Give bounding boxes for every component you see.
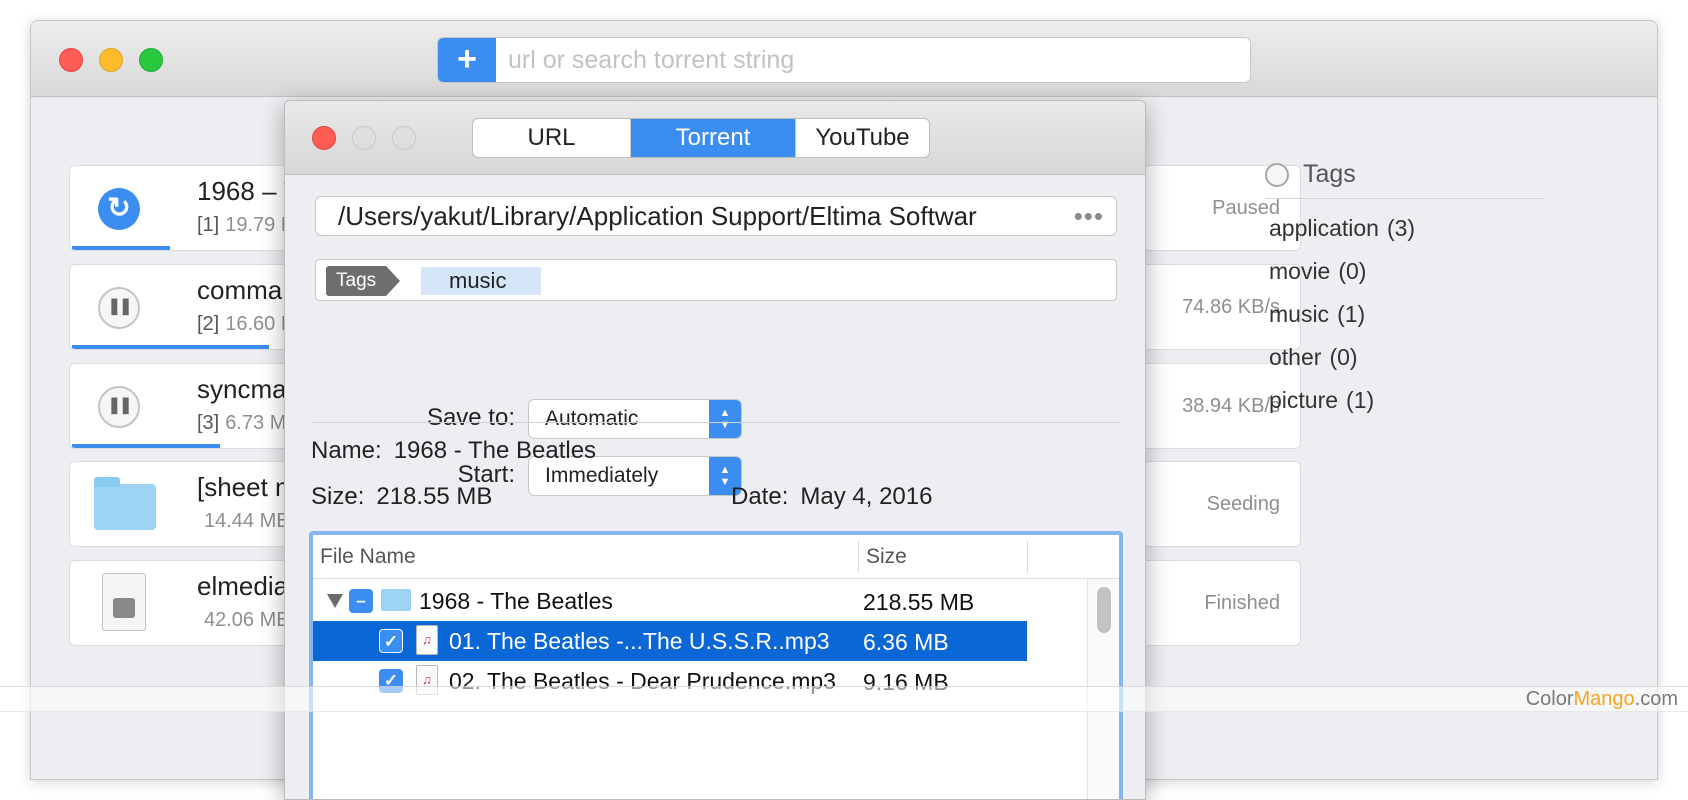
save-to-label: Save to:	[426, 404, 515, 431]
download-status: Finished	[1204, 592, 1280, 614]
dialog-titlebar: URL Torrent YouTube	[285, 101, 1145, 175]
more-icon[interactable]: •••	[1074, 197, 1104, 235]
col-file-name[interactable]: File Name	[320, 545, 416, 569]
save-to-value: Automatic	[545, 407, 639, 430]
tags-panel: Tags application (3) movie (0) music (1) ot…	[1265, 155, 1545, 422]
file-size: 6.36 MB	[863, 629, 949, 655]
dialog-zoom-button	[392, 126, 416, 150]
table-row[interactable]: ✓ ♫ 01. The Beatles -...The U.S.S.R..mp3…	[313, 621, 1027, 661]
folder-icon	[381, 589, 411, 611]
tag-chip[interactable]: music	[421, 267, 541, 295]
file-name: 1968 - The Beatles	[419, 588, 613, 614]
search-input[interactable]	[508, 38, 1238, 82]
file-name: 01. The Beatles -...The U.S.S.R..mp3	[449, 628, 830, 654]
disclosure-triangle-icon[interactable]	[327, 594, 343, 608]
checkbox-mixed[interactable]: –	[349, 589, 373, 613]
file-table: File Name Size – 1968 - The Beatles 218.…	[309, 531, 1123, 799]
tag-label: music	[1269, 301, 1330, 327]
col-size[interactable]: Size	[866, 545, 907, 569]
download-index: [3]	[197, 412, 220, 434]
date-value: May 4, 2016	[800, 483, 933, 510]
close-window-button[interactable]	[59, 48, 83, 72]
tag-item-music[interactable]: music (1)	[1265, 293, 1545, 336]
torrent-size: Size: 218.55 MB	[311, 483, 492, 511]
chevron-updown-icon: ▲ ▼	[709, 400, 741, 438]
download-size: 14.44 MB	[204, 510, 290, 532]
pause-icon[interactable]: ❚❚	[98, 287, 140, 329]
scrollbar-thumb[interactable]	[1097, 587, 1111, 633]
size-value: 218.55 MB	[376, 483, 493, 510]
watermark-part2: Mango	[1573, 688, 1635, 710]
table-row[interactable]: – 1968 - The Beatles 218.55 MB	[313, 581, 1027, 621]
tab-url[interactable]: URL	[473, 119, 630, 157]
download-size: 42.06 MB	[204, 609, 290, 631]
tag-count: (1)	[1346, 387, 1375, 413]
download-status: Seeding	[1206, 493, 1280, 515]
main-titlebar: +	[31, 21, 1657, 97]
tag-label: application	[1269, 215, 1379, 241]
watermark-text: ColorMango.com	[1526, 688, 1678, 711]
size-label: Size:	[311, 483, 365, 510]
checkbox-checked[interactable]: ✓	[379, 629, 403, 653]
download-progress	[72, 444, 220, 448]
name-label: Name:	[311, 437, 382, 464]
plus-icon: +	[457, 40, 477, 78]
save-to-select[interactable]: Automatic ▲ ▼	[528, 399, 742, 439]
tag-item-other[interactable]: other (0)	[1265, 336, 1545, 379]
tag-label: picture	[1269, 387, 1339, 413]
tab-youtube[interactable]: YouTube	[795, 119, 929, 157]
tags-field-label: Tags	[326, 266, 401, 296]
date-label: Date:	[731, 483, 789, 510]
refresh-icon[interactable]: ↻	[98, 188, 140, 230]
table-header: File Name Size	[313, 535, 1119, 579]
torrent-date: Date: May 4, 2016	[731, 483, 932, 511]
minimize-window-button[interactable]	[99, 48, 123, 72]
tag-count: (1)	[1337, 301, 1366, 327]
column-separator	[858, 541, 859, 573]
tag-item-picture[interactable]: picture (1)	[1265, 379, 1545, 422]
source-tabs: URL Torrent YouTube	[472, 118, 930, 158]
pause-icon[interactable]: ❚❚	[98, 386, 140, 428]
watermark-strip: ColorMango.com	[0, 686, 1688, 712]
file-size: 218.55 MB	[863, 589, 975, 615]
tags-toggle-icon[interactable]	[1265, 163, 1289, 187]
watermark-part3: .com	[1634, 688, 1678, 710]
watermark-part1: Color	[1525, 688, 1574, 710]
column-separator	[1027, 541, 1028, 573]
dialog-minimize-button	[352, 126, 376, 150]
name-value: 1968 - The Beatles	[393, 437, 597, 464]
torrent-name: Name: 1968 - The Beatles	[311, 437, 596, 465]
tag-item-movie[interactable]: movie (0)	[1265, 250, 1545, 293]
tag-item-application[interactable]: application (3)	[1265, 207, 1545, 250]
tag-count: (0)	[1338, 258, 1367, 284]
add-torrent-button[interactable]: +	[438, 38, 496, 82]
folder-icon	[94, 477, 156, 530]
tag-count: (3)	[1386, 215, 1416, 241]
tag-count: (0)	[1329, 344, 1358, 370]
tags-title: Tags	[1303, 160, 1356, 188]
download-progress	[72, 246, 171, 250]
tag-label: other	[1269, 344, 1322, 370]
audio-file-icon: ♫	[416, 625, 438, 655]
torrent-path: /Users/yakut/Library/Application Support…	[338, 201, 977, 231]
divider	[312, 422, 1120, 423]
download-index: [2]	[197, 313, 220, 335]
tag-label: movie	[1269, 258, 1331, 284]
zoom-window-button[interactable]	[139, 48, 163, 72]
search-bar: +	[437, 37, 1251, 83]
torrent-path-field[interactable]: /Users/yakut/Library/Application Support…	[315, 196, 1117, 236]
disk-image-icon	[102, 573, 146, 631]
tags-field[interactable]: Tags music	[315, 259, 1117, 301]
start-value: Immediately	[545, 464, 659, 487]
dialog-close-button[interactable]	[312, 126, 336, 150]
tags-header: Tags	[1265, 155, 1545, 199]
tab-torrent[interactable]: Torrent	[630, 119, 795, 157]
tags-list: application (3) movie (0) music (1) other (0…	[1265, 199, 1545, 422]
download-progress	[72, 345, 269, 349]
download-index: [1]	[197, 214, 220, 236]
